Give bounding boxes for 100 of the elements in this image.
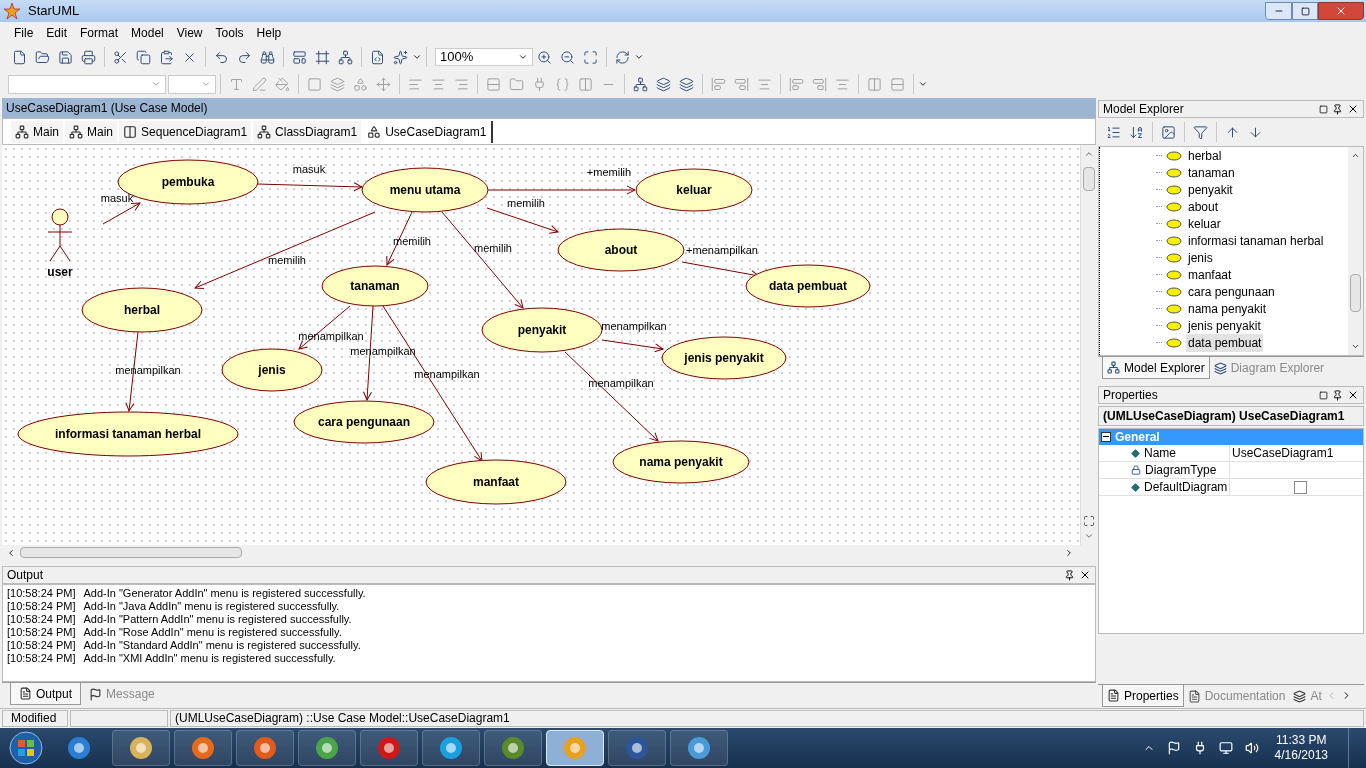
document-icon [19, 687, 32, 700]
tree-item[interactable]: cara pengunaan [1186, 282, 1277, 301]
association-arrow [102, 202, 141, 225]
scroll-thumb[interactable] [20, 547, 242, 558]
log-message: Add-In "Java AddIn" menu is registered successfully. [83, 600, 340, 613]
dropdown-caret-icon[interactable] [412, 52, 422, 62]
association-label: masuk [100, 192, 134, 204]
use-case-node: informasi tanaman herbal [17, 411, 239, 457]
window-title: StarUML [28, 2, 80, 21]
app-icon [314, 735, 340, 761]
menu-item[interactable]: Model [125, 24, 170, 42]
pin-icon[interactable] [1064, 569, 1075, 581]
use-case-icon [1166, 218, 1182, 229]
sequence-diagram-icon [123, 124, 138, 139]
menu-item[interactable]: Help [250, 24, 288, 42]
float-icon[interactable] [1319, 104, 1328, 114]
panel-title: Output [7, 567, 45, 584]
document-title-bar: UseCaseDiagram1 (Use Case Model) [2, 98, 1096, 118]
dropdown-caret-icon [151, 79, 161, 89]
association-label: masuk [292, 163, 326, 175]
close-icon [1335, 5, 1347, 17]
use-case-node: about [557, 228, 685, 272]
star-logo-icon [4, 3, 20, 19]
diagram-tab[interactable]: ClassDiagram1 [253, 120, 362, 143]
panel-tab[interactable]: Output [10, 683, 82, 705]
tree-item[interactable]: jenis [1186, 248, 1215, 267]
tree-item[interactable]: manfaat [1186, 265, 1234, 284]
use-case-icon [1166, 252, 1182, 263]
diagram-tab[interactable]: Main [65, 120, 118, 143]
pin-icon[interactable] [1332, 389, 1343, 401]
scroll-down-icon[interactable] [1083, 531, 1094, 541]
tree-item[interactable]: herbal [1186, 147, 1224, 165]
menu-item[interactable]: Format [74, 24, 125, 42]
association-label: memilih [268, 254, 306, 266]
use-case-node: jenis [221, 348, 323, 392]
vertical-scrollbar[interactable] [1080, 145, 1096, 545]
close-icon[interactable] [1347, 389, 1359, 401]
volume-icon[interactable] [1244, 741, 1259, 755]
scroll-thumb[interactable] [1350, 274, 1361, 312]
log-time: [10:58:24 PM] [7, 652, 76, 665]
tree-item[interactable]: data pembuat [1186, 333, 1264, 352]
use-case-icon [1166, 184, 1182, 195]
use-case-node: jenis penyakit [661, 336, 787, 380]
app-icon [128, 735, 154, 761]
close-icon[interactable] [1079, 569, 1091, 581]
association-label: +menampilkan [686, 244, 758, 256]
use-case-node: herbal [81, 287, 203, 333]
scroll-right-icon[interactable] [1064, 547, 1074, 558]
scroll-up-icon[interactable] [1083, 149, 1094, 159]
diagram-tab[interactable]: Main [11, 120, 63, 143]
dropdown-caret-icon[interactable] [634, 52, 644, 62]
log-message: Add-In "Pattern AddIn" menu is registered successfully. [83, 613, 352, 626]
tree-item[interactable]: keluar [1186, 214, 1223, 233]
float-icon[interactable] [1319, 390, 1328, 400]
actor-figure [47, 208, 73, 262]
tree-scrollbar[interactable] [1348, 147, 1363, 355]
tree-item[interactable]: nama penyakit [1186, 299, 1269, 318]
property-checkbox[interactable] [1294, 480, 1307, 494]
minimize-button[interactable] [1265, 2, 1292, 20]
use-case-node: menu utama [361, 167, 489, 213]
pin-icon[interactable] [1332, 103, 1343, 115]
use-case-node: tanaman [321, 265, 429, 307]
diagram-tab[interactable]: SequenceDiagram1 [119, 120, 252, 143]
flag-icon[interactable] [1166, 741, 1181, 755]
app-icon [686, 735, 712, 761]
use-case-icon [1166, 167, 1182, 178]
clock[interactable]: 11:33 PM 4/16/2013 [1274, 733, 1328, 763]
tree-item[interactable]: informasi tanaman herbal [1186, 231, 1326, 250]
app-icon [438, 735, 464, 761]
log-message: Add-In "Rose AddIn" menu is registered successfully. [83, 626, 342, 639]
close-button[interactable] [1318, 2, 1364, 20]
scroll-down-icon[interactable] [1351, 342, 1360, 351]
tree-item[interactable]: jenis penyakit [1186, 316, 1263, 335]
properties-tab[interactable]: Properties [1102, 685, 1184, 707]
scroll-up-icon[interactable] [1351, 151, 1360, 160]
tree-item[interactable]: penyakit [1186, 180, 1235, 199]
use-case-node: cara pengunaan [293, 400, 435, 444]
restore-icon [1300, 6, 1310, 16]
menu-item[interactable]: File [8, 24, 40, 42]
use-case-icon [1166, 269, 1182, 280]
menu-item[interactable]: Edit [40, 24, 74, 42]
menu-item[interactable]: View [170, 24, 209, 42]
association-label: menampilkan [588, 377, 654, 389]
scroll-thumb[interactable] [1082, 167, 1095, 191]
dropdown-caret-icon[interactable] [918, 79, 928, 89]
menu-item[interactable]: Tools [209, 24, 250, 42]
tree-item[interactable]: about [1186, 197, 1221, 216]
document-icon [1187, 689, 1201, 703]
explorer-tab[interactable]: Model Explorer [1102, 357, 1210, 379]
log-time: [10:58:24 PM] [7, 613, 76, 626]
start-orb-icon[interactable] [6, 729, 46, 767]
close-icon[interactable] [1347, 103, 1359, 115]
use-case-icon [1166, 337, 1182, 348]
property-name: Name [1144, 445, 1176, 462]
property-name: DiagramType [1145, 462, 1217, 479]
actor-label: user [47, 265, 73, 279]
tree-item[interactable]: tanaman [1186, 163, 1237, 182]
restore-button[interactable] [1292, 2, 1318, 20]
scroll-left-icon[interactable] [6, 547, 16, 558]
zoom-combo[interactable]: 100% [435, 48, 533, 66]
